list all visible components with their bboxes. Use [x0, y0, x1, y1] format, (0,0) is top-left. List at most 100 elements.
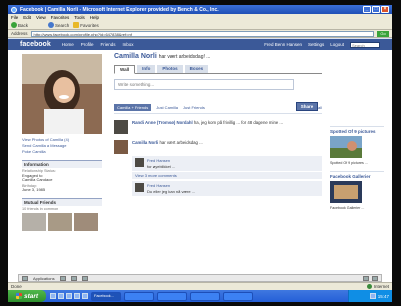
wall-composer-input[interactable]: Write something...: [114, 79, 294, 90]
taskbar-window-button[interactable]: [190, 291, 220, 301]
nav-home[interactable]: Home: [62, 42, 74, 47]
facebook-search-input[interactable]: Search: [350, 41, 380, 48]
star-icon: [73, 22, 80, 28]
back-label: Back: [18, 22, 29, 28]
filter-just-friends[interactable]: Just Friends: [183, 105, 205, 110]
facebook-header: facebook Home Profile Friends Inbox Fred…: [8, 39, 392, 50]
favorites-button[interactable]: Favorites: [73, 22, 99, 28]
ad-box[interactable]: Spotted Of 9 pictures Spotted Of 9 pictu…: [330, 126, 384, 165]
info-value: June 3, 1985: [22, 187, 46, 192]
post-author[interactable]: Randi Anne (Tromsø) Nordahl: [132, 120, 193, 125]
profile-photo[interactable]: [22, 54, 102, 134]
menu-favorites[interactable]: Favorites: [51, 15, 70, 20]
profile-tabs: Wall Info Photos Boxes: [114, 65, 322, 74]
ad-image[interactable]: [330, 136, 362, 158]
app-shortcut-icon[interactable]: [81, 275, 88, 281]
avatar[interactable]: [114, 120, 128, 134]
menu-view[interactable]: View: [36, 15, 46, 20]
screen: Facebook | Camilla Norli - Microsoft Int…: [8, 5, 392, 302]
avatar[interactable]: [135, 183, 144, 192]
ad-title[interactable]: Spotted Of 9 pictures: [330, 129, 384, 134]
menu-bar: File Edit View Favorites Tools Help: [8, 14, 392, 21]
minimize-button[interactable]: _: [363, 6, 371, 13]
facebook-page: facebook Home Profile Friends Inbox Fred…: [8, 39, 392, 282]
search-button[interactable]: Search: [48, 22, 69, 28]
friend-thumbnail[interactable]: [22, 213, 46, 231]
view-all-comments-link[interactable]: View 3 more comments: [132, 172, 322, 179]
windows-logo-icon: [15, 293, 22, 299]
maximize-button[interactable]: □: [372, 6, 380, 13]
poke-link[interactable]: Poke Camilla: [22, 149, 102, 155]
close-button[interactable]: ×: [381, 6, 389, 13]
system-tray: 15:47: [348, 290, 392, 302]
app-shortcut-icon[interactable]: [59, 275, 66, 281]
taskbar-window-button[interactable]: [124, 291, 154, 301]
app-shortcut-icon[interactable]: [70, 275, 77, 281]
quick-launch-icon[interactable]: [74, 293, 80, 299]
ie-title-bar[interactable]: Facebook | Camilla Norli - Microsoft Int…: [8, 5, 392, 14]
notification-icon[interactable]: [363, 275, 369, 281]
comment-text: Du eller jeg kan nå være ...: [147, 189, 196, 194]
info-value[interactable]: Camilla Candace: [22, 177, 102, 183]
ad-image[interactable]: [330, 181, 362, 204]
profile-name-line: Camilla Norli har vært arbeidsdag! ...: [114, 53, 322, 60]
facebook-chat-bar: Applications: [18, 274, 382, 282]
go-button[interactable]: Go: [377, 30, 389, 37]
comment-author[interactable]: Fred Hansen: [147, 183, 170, 188]
post-author[interactable]: Camilla Norli: [132, 140, 158, 145]
menu-file[interactable]: File: [11, 15, 18, 20]
address-input[interactable]: http://www.facebook.com/profile.php?id=6…: [30, 30, 374, 37]
tab-wall[interactable]: Wall: [114, 65, 136, 74]
profile-main-column: Camilla Norli har vært arbeidsdag! ... W…: [114, 53, 322, 196]
chat-icon[interactable]: [372, 275, 378, 281]
taskbar-window-button[interactable]: Facebook...: [91, 291, 121, 301]
friend-thumbnail[interactable]: [74, 213, 98, 231]
taskbar-window-button[interactable]: [157, 291, 187, 301]
nav-friends[interactable]: Friends: [101, 42, 116, 47]
profile-status: har vært arbeidsdag! ...: [158, 54, 211, 60]
tray-icon[interactable]: [369, 293, 376, 299]
mutual-friends-grid: [22, 213, 102, 231]
comment-author[interactable]: Fred Hansen: [147, 158, 170, 163]
clock[interactable]: 15:47: [378, 294, 389, 299]
quick-launch-icon[interactable]: [82, 293, 88, 299]
tab-info[interactable]: Info: [137, 65, 156, 73]
tab-boxes[interactable]: Boxes: [184, 65, 209, 73]
nav-profile[interactable]: Profile: [81, 42, 94, 47]
quick-launch-icon[interactable]: [66, 293, 72, 299]
comment: Fred Hansen Du eller jeg kan nå være ...: [132, 181, 322, 196]
window-title: Facebook | Camilla Norli - Microsoft Int…: [20, 6, 219, 13]
filter-camilla-friends[interactable]: Camilla + Friends: [114, 104, 152, 111]
ie-status-bar: Done Internet: [8, 282, 392, 290]
avatar[interactable]: [135, 158, 144, 167]
nav-logout[interactable]: Logout: [330, 42, 344, 47]
mutual-friends-count[interactable]: 10 friends in common: [22, 207, 102, 212]
filter-just-camilla[interactable]: Just Camilla: [156, 105, 178, 110]
quick-launch-icon[interactable]: [58, 293, 64, 299]
tab-photos[interactable]: Photos: [157, 65, 183, 73]
ad-title[interactable]: Facebook Gallerier: [330, 174, 384, 179]
quick-launch-icon[interactable]: [50, 293, 56, 299]
friend-thumbnail[interactable]: [48, 213, 72, 231]
address-label: Address: [11, 31, 28, 36]
nav-settings[interactable]: Settings: [308, 42, 324, 47]
menu-edit[interactable]: Edit: [23, 15, 31, 20]
search-icon: [48, 22, 55, 28]
applications-icon[interactable]: [22, 275, 28, 281]
search-label: Search: [55, 22, 70, 28]
menu-help[interactable]: Help: [90, 15, 99, 20]
wall-post: Randi Anne (Tromsø) Nordahl ha, jeg kom …: [114, 120, 322, 134]
facebook-logo[interactable]: facebook: [20, 41, 51, 48]
avatar[interactable]: [114, 140, 128, 154]
applications-label[interactable]: Applications: [33, 276, 55, 281]
taskbar-window-button[interactable]: [223, 291, 253, 301]
ad-box[interactable]: Facebook Gallerier Facebook Gallerier ..…: [330, 171, 384, 210]
address-bar: Address http://www.facebook.com/profile.…: [8, 30, 392, 38]
windows-taskbar: start Facebook... 15:47: [8, 290, 392, 302]
nav-inbox[interactable]: Inbox: [123, 42, 134, 47]
menu-tools[interactable]: Tools: [74, 15, 85, 20]
back-button[interactable]: Back: [11, 22, 28, 28]
start-button[interactable]: start: [8, 290, 46, 302]
nav-user-name[interactable]: Fred Benn Hansen: [264, 42, 302, 47]
share-button[interactable]: Share: [296, 102, 318, 111]
